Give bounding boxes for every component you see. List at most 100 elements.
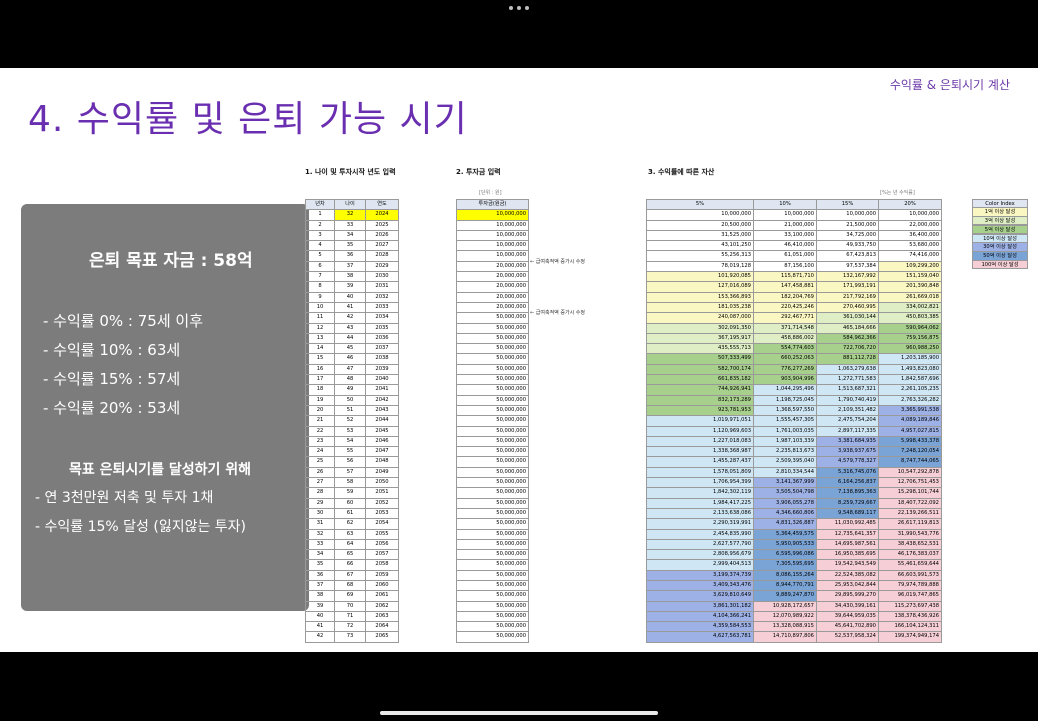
cell-investment: 20,000,000	[456, 291, 529, 303]
cell-asset-r5: 78,019,128	[646, 260, 754, 273]
home-indicator[interactable]	[380, 711, 658, 715]
cell-asset-r20: 166,104,124,311	[878, 621, 942, 633]
table-row: 10,000,000	[456, 240, 529, 252]
section2-title: 2. 투자금 입력	[456, 168, 501, 176]
cell-asset-r15: 9,548,689,117	[816, 507, 879, 520]
table-row: 3,629,810,649 9,889,247,870 29,895,999,270…	[646, 590, 942, 602]
table-row: 1,578,051,809 2,810,334,544 5,316,745,076 1…	[646, 466, 942, 479]
cell-asset-r10: 1,761,003,035	[753, 425, 817, 437]
cell-year: 2028	[365, 250, 399, 262]
cell-year: 2025	[365, 219, 399, 231]
table-row: 2,290,319,991 4,831,326,887 11,030,992,485…	[646, 518, 942, 530]
cell-asset-r15: 171,993,191	[816, 281, 879, 293]
table-row: 10,000,000	[456, 229, 529, 242]
table-row: 1,227,018,083 1,987,103,339 3,381,684,935 5…	[646, 435, 942, 448]
cell-year-index: 8	[305, 281, 335, 293]
table-row: 1,455,287,437 2,509,395,040 4,579,778,327 8…	[646, 456, 942, 468]
table-row: 4,627,563,781 14,710,897,806 52,537,958,32…	[646, 631, 942, 643]
cell-investment: 50,000,000	[456, 322, 529, 334]
cell-year-index: 10	[305, 301, 335, 314]
cell-asset-r10: 776,277,269	[753, 363, 817, 376]
cell-year: 2039	[365, 363, 399, 376]
slide: 수익률 & 은퇴시기 계산 4. 수익률 및 은퇴 가능 시기 은퇴 목표 자금…	[0, 68, 1038, 652]
summary-box: 은퇴 목표 자금 : 58억 - 수익률 0% : 75세 이후 - 수익률 1…	[21, 204, 309, 611]
cell-asset-r5: 4,627,563,781	[646, 631, 754, 643]
cell-year: 2053	[365, 507, 399, 520]
cell-asset-r10: 33,100,000	[753, 229, 817, 242]
table-row: 3,199,374,739 8,086,155,264 22,524,385,082…	[646, 569, 942, 581]
table-row: 50,000,000	[456, 569, 529, 581]
investment-table: 투자금(원금) 10,000,000 10,000,000 10,000,000 10…	[456, 198, 529, 643]
cell-year: 2057	[365, 549, 399, 561]
table-row: 50,000,000	[456, 518, 529, 530]
table-row: 50,000,000	[456, 363, 529, 376]
cell-asset-r10: 10,928,172,657	[753, 600, 817, 612]
cell-asset-r5: 3,629,810,649	[646, 590, 754, 602]
table-row: 40 71 2063	[305, 610, 399, 623]
cell-age: 41	[334, 301, 366, 314]
table-row: 50,000,000	[456, 466, 529, 479]
cell-asset-r15: 132,167,992	[816, 271, 879, 283]
table-row: 35 66 2058	[305, 559, 399, 571]
table-row: 582,700,174 776,277,269 1,063,279,638 1,493…	[646, 363, 942, 376]
cell-year: 2052	[365, 497, 399, 509]
cell-year-index: 36	[305, 569, 335, 581]
slide-title: 4. 수익률 및 은퇴 가능 시기	[28, 99, 468, 140]
cell-year-index: 15	[305, 353, 335, 365]
cell-investment: 50,000,000	[456, 538, 529, 551]
cell-asset-r15: 2,475,754,204	[816, 415, 879, 427]
cell-asset-r15: 19,542,943,549	[816, 559, 879, 571]
cell-year-index: 9	[305, 291, 335, 303]
cell-investment: 20,000,000	[456, 301, 529, 314]
cell-asset-r5: 1,578,051,809	[646, 466, 754, 479]
cell-year: 2061	[365, 590, 399, 602]
cell-year-index: 18	[305, 384, 335, 396]
table-row: 153,366,893 182,204,769 217,792,169 261,669…	[646, 291, 942, 303]
table-row: 17 48 2040	[305, 374, 399, 386]
cell-asset-r20: 10,547,292,878	[878, 466, 942, 479]
cell-asset-r15: 52,537,958,324	[816, 631, 879, 643]
cell-year: 2031	[365, 281, 399, 293]
cell-asset-r10: 660,252,063	[753, 353, 817, 365]
cell-year-index: 14	[305, 343, 335, 355]
table-row: 2,627,577,790 5,950,905,533 14,695,987,561…	[646, 538, 942, 551]
cell-asset-r15: 881,112,728	[816, 353, 879, 365]
col-header-year: 연도	[365, 198, 399, 211]
col-header-year-index: 년차	[305, 198, 335, 211]
table-row: 2,808,956,679 6,595,996,086 16,950,385,695…	[646, 549, 942, 561]
cell-asset-r5: 127,016,089	[646, 281, 754, 293]
table-row: 50,000,000	[456, 456, 529, 468]
cell-asset-r15: 722,706,720	[816, 343, 879, 355]
cell-asset-r20: 96,019,747,865	[878, 590, 942, 602]
cell-year-index: 2	[305, 219, 335, 231]
cell-investment: 50,000,000	[456, 631, 529, 643]
section3-unit: [%는 년 수익률]	[880, 190, 915, 196]
cell-investment: 50,000,000	[456, 600, 529, 612]
window-dots[interactable]	[509, 6, 529, 10]
cell-year: 2065	[365, 631, 399, 643]
table-row: 50,000,000	[456, 631, 529, 643]
summary-subtitle: 목표 은퇴시기를 달성하기 위해	[69, 462, 252, 478]
cell-asset-r10: 903,904,996	[753, 374, 817, 386]
table-row: 36 67 2059	[305, 569, 399, 581]
cell-asset-r15: 12,735,641,357	[816, 528, 879, 540]
table-row: 3,861,301,182 10,928,172,657 34,430,399,16…	[646, 600, 942, 612]
cell-asset-r15: 21,500,000	[816, 219, 879, 231]
cell-asset-r10: 2,810,334,544	[753, 466, 817, 479]
cell-asset-r15: 1,790,740,419	[816, 394, 879, 406]
table-row: 2,133,638,086 4,346,660,806 9,548,689,117 2…	[646, 507, 942, 520]
table-row: 10,000,000	[456, 209, 529, 221]
table-row: 2,454,835,990 5,364,459,575 12,735,641,357…	[646, 528, 942, 540]
cell-asset-r15: 34,430,399,161	[816, 600, 879, 612]
table-row: 30 61 2053	[305, 507, 399, 520]
cell-age: 32	[334, 209, 366, 221]
cell-asset-r15: 361,030,144	[816, 312, 879, 324]
cell-investment: 50,000,000	[456, 404, 529, 417]
cell-year-index: 6	[305, 260, 335, 273]
cell-asset-r15: 217,792,169	[816, 291, 879, 303]
cell-investment: 20,000,000	[456, 271, 529, 283]
cell-age: 52	[334, 415, 366, 427]
table-row: 50,000,000	[456, 538, 529, 551]
cell-asset-r20: 53,680,000	[878, 240, 942, 252]
table-row: 1 32 2024	[305, 209, 399, 221]
